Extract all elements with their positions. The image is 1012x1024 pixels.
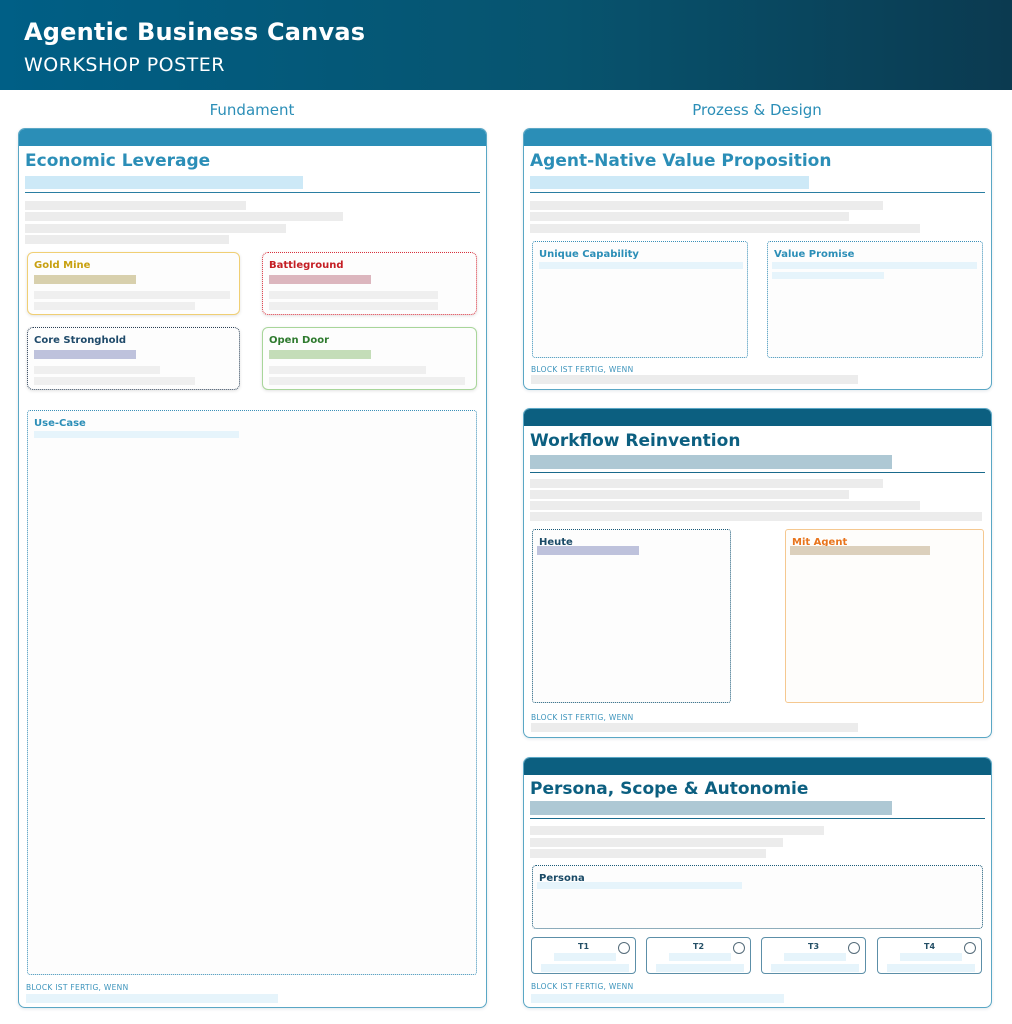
value-proposition-title: Agent-Native Value Proposition xyxy=(530,151,832,171)
battleground-label: Battleground xyxy=(269,260,344,271)
placeholder-line xyxy=(269,291,438,299)
label-highlight xyxy=(34,275,136,284)
unique-capability-box[interactable]: Unique Capability xyxy=(532,241,748,358)
title-rule xyxy=(530,818,985,819)
done-label: BLOCK IST FERTIG, WENN xyxy=(531,365,634,374)
placeholder-line xyxy=(269,366,426,374)
workflow-reinvention-card: Workflow Reinvention Heute Mit Agent BLO… xyxy=(523,408,992,738)
column-label-right: Prozess & Design xyxy=(692,101,822,119)
placeholder-line xyxy=(269,377,465,385)
use-case-box[interactable]: Use-Case xyxy=(27,410,477,975)
economic-leverage-card: Economic Leverage Gold Mine Battleground… xyxy=(18,128,487,1008)
card-header-bar xyxy=(524,129,991,146)
placeholder-line xyxy=(25,212,343,221)
card-header-bar xyxy=(524,409,991,426)
card-header-bar xyxy=(524,758,991,775)
placeholder-line xyxy=(530,224,920,233)
label-highlight xyxy=(269,350,371,359)
tier-box-t3[interactable]: T3 xyxy=(761,937,866,974)
placeholder-line xyxy=(656,964,744,972)
placeholder-line xyxy=(772,272,884,279)
circle-checkbox-icon[interactable] xyxy=(964,942,976,954)
tier-box-t1[interactable]: T1 xyxy=(531,937,636,974)
value-promise-box[interactable]: Value Promise xyxy=(767,241,983,358)
placeholder-line xyxy=(34,431,239,438)
placeholder-line xyxy=(541,964,629,972)
title-highlight xyxy=(530,176,809,189)
with-agent-box[interactable]: Mit Agent xyxy=(785,529,984,703)
workflow-reinvention-title: Workflow Reinvention xyxy=(530,431,741,451)
placeholder-line xyxy=(531,994,784,1003)
label-highlight xyxy=(537,546,639,555)
placeholder-line xyxy=(772,262,977,269)
done-label: BLOCK IST FERTIG, WENN xyxy=(531,713,634,722)
placeholder-line xyxy=(530,512,982,521)
column-label-left: Fundament xyxy=(209,101,295,119)
placeholder-line xyxy=(34,366,160,374)
today-box[interactable]: Heute xyxy=(532,529,731,703)
use-case-label: Use-Case xyxy=(34,418,86,429)
placeholder-line xyxy=(530,501,920,510)
tier-box-t2[interactable]: T2 xyxy=(646,937,751,974)
placeholder-line xyxy=(25,224,286,233)
value-promise-label: Value Promise xyxy=(774,249,855,260)
placeholder-line xyxy=(887,964,975,972)
placeholder-line xyxy=(25,201,246,210)
placeholder-line xyxy=(530,201,883,210)
placeholder-line xyxy=(537,882,742,889)
tier-box-t4[interactable]: T4 xyxy=(877,937,982,974)
placeholder-line xyxy=(900,953,962,961)
persona-box[interactable]: Persona xyxy=(532,865,983,929)
placeholder-line xyxy=(530,826,824,835)
placeholder-line xyxy=(539,262,743,269)
placeholder-line xyxy=(26,994,278,1003)
placeholder-line xyxy=(554,953,616,961)
open-door-box[interactable]: Open Door xyxy=(262,327,477,390)
gold-mine-box[interactable]: Gold Mine xyxy=(27,252,240,315)
core-stronghold-label: Core Stronghold xyxy=(34,335,127,346)
circle-checkbox-icon[interactable] xyxy=(618,942,630,954)
gold-mine-label: Gold Mine xyxy=(34,260,91,271)
circle-checkbox-icon[interactable] xyxy=(733,942,745,954)
placeholder-line xyxy=(269,302,438,310)
title-highlight xyxy=(530,455,892,469)
core-stronghold-box[interactable]: Core Stronghold xyxy=(27,327,240,390)
poster-subtitle: WORKSHOP POSTER xyxy=(24,54,225,76)
economic-leverage-title: Economic Leverage xyxy=(25,151,211,171)
title-highlight xyxy=(530,801,892,815)
poster-title: Agentic Business Canvas xyxy=(24,18,366,46)
placeholder-line xyxy=(531,375,858,384)
persona-scope-title: Persona, Scope & Autonomie xyxy=(530,779,809,799)
placeholder-line xyxy=(784,953,846,961)
title-rule xyxy=(530,192,985,193)
placeholder-line xyxy=(530,849,766,858)
done-label: BLOCK IST FERTIG, WENN xyxy=(531,982,634,991)
placeholder-line xyxy=(771,964,859,972)
placeholder-line xyxy=(34,291,230,299)
label-highlight xyxy=(790,546,930,555)
placeholder-line xyxy=(530,838,783,847)
placeholder-line xyxy=(530,479,883,488)
title-rule xyxy=(530,472,985,473)
battleground-box[interactable]: Battleground xyxy=(262,252,477,315)
placeholder-line xyxy=(669,953,731,961)
circle-checkbox-icon[interactable] xyxy=(848,942,860,954)
placeholder-line xyxy=(34,302,195,310)
poster-header: Agentic Business Canvas WORKSHOP POSTER xyxy=(0,0,1012,90)
open-door-label: Open Door xyxy=(269,335,330,346)
card-header-bar xyxy=(19,129,486,146)
title-highlight xyxy=(25,176,303,189)
placeholder-line xyxy=(530,490,849,499)
unique-capability-label: Unique Capability xyxy=(539,249,639,260)
label-highlight xyxy=(34,350,136,359)
value-proposition-card: Agent-Native Value Proposition Unique Ca… xyxy=(523,128,992,390)
done-label: BLOCK IST FERTIG, WENN xyxy=(26,983,129,992)
placeholder-line xyxy=(531,723,858,732)
label-highlight xyxy=(269,275,371,284)
placeholder-line xyxy=(530,212,849,221)
placeholder-line xyxy=(34,377,195,385)
title-rule xyxy=(25,192,480,193)
placeholder-line xyxy=(25,235,229,244)
